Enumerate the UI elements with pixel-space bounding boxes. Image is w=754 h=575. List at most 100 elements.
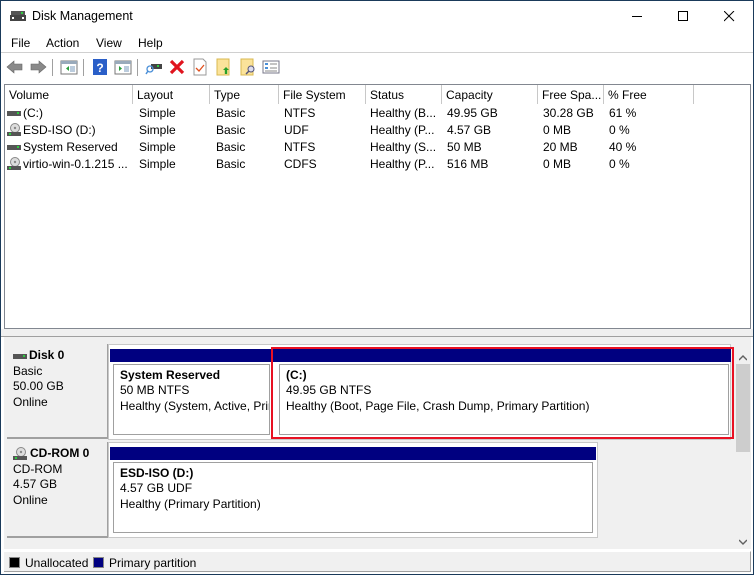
volume-file-system: NTFS: [284, 106, 316, 120]
folder-search-icon[interactable]: [239, 58, 257, 76]
delete-icon[interactable]: [168, 58, 186, 76]
partition-name: ESD-ISO (D:): [120, 466, 194, 480]
volume-status: Healthy (B...: [370, 106, 437, 120]
connect-drive-icon[interactable]: [145, 58, 163, 76]
minimize-icon: [631, 16, 642, 17]
window-title: Disk Management: [32, 9, 133, 23]
volume-free-space: 0 MB: [543, 123, 572, 137]
disk-management-app-icon: [10, 11, 26, 21]
column-header-volume[interactable]: Volume: [5, 85, 133, 104]
forward-icon[interactable]: [29, 58, 47, 76]
partition-size: 50 MB NTFS: [120, 383, 190, 397]
partition-esd-iso[interactable]: ESD-ISO (D:) 4.57 GB UDF Healthy (Primar…: [113, 462, 593, 533]
column-header-file-system[interactable]: File System: [279, 85, 366, 104]
volume-file-system: UDF: [284, 123, 309, 137]
disk-type: Basic: [13, 363, 43, 378]
column-header-free-space[interactable]: Free Spa...: [538, 85, 604, 104]
unallocated-swatch: [9, 557, 20, 568]
vertical-scrollbar[interactable]: [735, 337, 751, 549]
menu-file[interactable]: File: [11, 36, 30, 50]
volume-layout: Simple: [139, 123, 176, 137]
folder-up-icon[interactable]: [215, 58, 233, 76]
cdrom-icon: [13, 446, 27, 460]
close-button[interactable]: [706, 1, 752, 32]
help-icon[interactable]: ?: [91, 58, 109, 76]
volume-type: Basic: [216, 106, 246, 120]
volume-free-space: 0 MB: [543, 157, 572, 171]
check-icon[interactable]: [191, 58, 209, 76]
primary-partition-bar: [110, 447, 596, 460]
volume-percent-free: 61 %: [609, 106, 637, 120]
disk-name: Disk 0: [29, 348, 65, 362]
scroll-up-icon[interactable]: [739, 355, 747, 361]
maximize-icon: [677, 11, 688, 21]
disk-icon: [13, 353, 27, 359]
disk-icon: [7, 111, 21, 116]
volume-free-space: 20 MB: [543, 140, 578, 154]
column-header-capacity[interactable]: Capacity: [442, 85, 538, 104]
column-header-percent-free[interactable]: % Free: [604, 85, 694, 104]
pane-splitter[interactable]: [1, 329, 753, 337]
volume-name: System Reserved: [23, 140, 118, 154]
volume-name: ESD-ISO (D:): [23, 123, 96, 137]
scrollbar-thumb[interactable]: [736, 364, 750, 452]
scroll-down-icon[interactable]: [739, 539, 747, 545]
back-icon[interactable]: [6, 58, 24, 76]
column-header-layout[interactable]: Layout: [133, 85, 210, 104]
volume-row[interactable]: (C:) Simple Basic NTFS Healthy (B... 49.…: [5, 105, 750, 122]
title-bar: Disk Management: [1, 1, 753, 32]
toolbar-separator: [83, 59, 84, 76]
cdrom-0-info[interactable]: CD-ROM 0 CD-ROM 4.57 GB Online: [7, 442, 109, 538]
properties-icon[interactable]: [262, 58, 280, 76]
partition-status: Healthy (System, Active, Prir: [120, 398, 270, 413]
show-hide-console-tree-icon[interactable]: [60, 58, 78, 76]
column-header-empty: [694, 85, 750, 104]
volume-type: Basic: [216, 123, 246, 137]
volume-percent-free: 0 %: [609, 157, 630, 171]
volume-layout: Simple: [139, 140, 176, 154]
disk-size: 50.00 GB: [13, 379, 64, 393]
menu-help[interactable]: Help: [138, 36, 163, 50]
volume-row[interactable]: ESD-ISO (D:) Simple Basic UDF Healthy (P…: [5, 122, 750, 139]
volume-percent-free: 0 %: [609, 123, 630, 137]
volume-status: Healthy (P...: [370, 157, 435, 171]
disk-management-window: Disk Management File Action View Help ?: [0, 0, 754, 575]
disk-name: CD-ROM 0: [30, 446, 90, 460]
column-header-type[interactable]: Type: [210, 85, 279, 104]
volume-capacity: 50 MB: [447, 140, 482, 154]
selected-partition-highlight: [271, 347, 734, 439]
volume-list-header: Volume Layout Type File System Status Ca…: [5, 85, 750, 104]
disk-size: 4.57 GB: [13, 477, 58, 491]
toolbar-separator: [137, 59, 138, 76]
volume-layout: Simple: [139, 106, 176, 120]
disk-graphical-view: Disk 0 Basic 50.00 GB Online System Rese…: [4, 337, 735, 549]
volume-capacity: 4.57 GB: [447, 123, 492, 137]
partition-system-reserved[interactable]: System Reserved 50 MB NTFS Healthy (Syst…: [113, 364, 270, 435]
volume-row[interactable]: virtio-win-0.1.215 ... Simple Basic CDFS…: [5, 156, 750, 173]
svg-text:?: ?: [96, 61, 103, 75]
partition-size: 4.57 GB UDF: [120, 481, 193, 495]
cdrom-icon: [7, 123, 21, 136]
maximize-button[interactable]: [660, 1, 706, 32]
partition-name: System Reserved: [120, 368, 221, 382]
column-header-status[interactable]: Status: [366, 85, 442, 104]
volume-capacity: 49.95 GB: [447, 106, 498, 120]
show-hide-action-pane-icon[interactable]: [114, 58, 132, 76]
disk-icon: [7, 145, 21, 150]
legend-bar: Unallocated Primary partition: [4, 551, 751, 572]
toolbar-separator: [52, 59, 53, 76]
menu-view[interactable]: View: [96, 36, 122, 50]
volume-layout: Simple: [139, 157, 176, 171]
volume-file-system: NTFS: [284, 140, 316, 154]
volume-type: Basic: [216, 140, 246, 154]
minimize-button[interactable]: [614, 1, 660, 32]
volume-row[interactable]: System Reserved Simple Basic NTFS Health…: [5, 139, 750, 156]
volume-type: Basic: [216, 157, 246, 171]
disk-type: CD-ROM: [13, 461, 63, 476]
volume-status: Healthy (P...: [370, 123, 435, 137]
volume-file-system: CDFS: [284, 157, 317, 171]
volume-free-space: 30.28 GB: [543, 106, 594, 120]
disk-0-info[interactable]: Disk 0 Basic 50.00 GB Online: [7, 344, 109, 439]
menu-action[interactable]: Action: [46, 36, 79, 50]
volume-list: Volume Layout Type File System Status Ca…: [4, 84, 751, 329]
